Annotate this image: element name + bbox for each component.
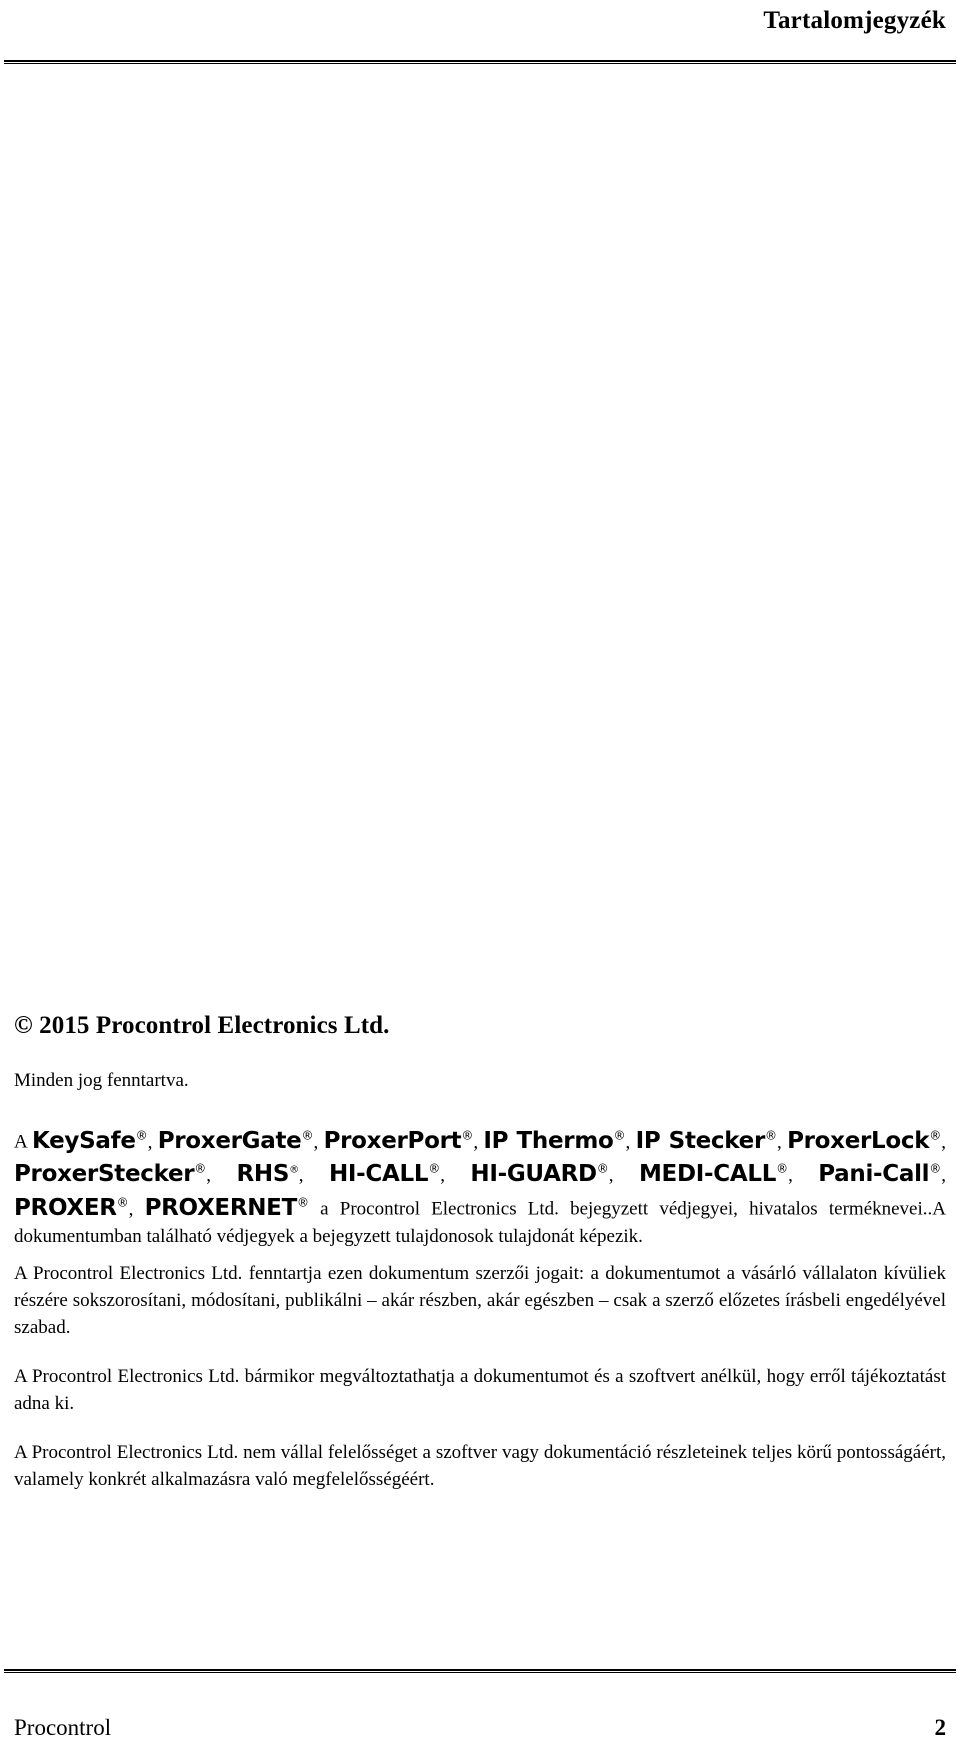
trademark-brand: IP Thermo® [483,1128,625,1154]
registered-trademark-icon: ® [116,1195,129,1210]
registered-trademark-icon: ® [289,1164,299,1176]
footer-page-number: 2 [934,1715,947,1740]
registered-trademark-icon: ® [296,1195,309,1210]
trademark-paragraph: A KeySafe®, ProxerGate®, ProxerPort®, IP… [14,1122,946,1250]
paragraph-liability-disclaimer: A Procontrol Electronics Ltd. nem vállal… [14,1441,946,1490]
registered-trademark-icon: ® [776,1161,789,1176]
trademark-brand-label: ProxerGate [157,1127,302,1154]
trademark-brand-label: ProxerPort [323,1127,462,1154]
trademark-brand: ProxerPort® [324,1128,474,1154]
registered-trademark-icon: ® [194,1161,207,1176]
paragraph-copyright-terms: A Procontrol Electronics Ltd. fenntartja… [14,1262,946,1338]
trademark-brand: ProxerLock® [787,1128,941,1154]
page-content: © 2015 Procontrol Electronics Ltd. Minde… [14,1010,946,1493]
trademark-brand: MEDI-CALL® [639,1161,788,1187]
registered-trademark-icon: ® [428,1161,441,1176]
trademark-brand-label: PROXER [14,1194,117,1221]
document-page: Tartalomjegyzék © 2015 Procontrol Electr… [0,0,960,1760]
header-divider-rule [4,60,956,65]
trademark-brand-label: PROXERNET [144,1194,298,1221]
trademark-brand-label: HI-CALL [328,1161,429,1188]
copyright-notice: © 2015 Procontrol Electronics Ltd. [14,1012,390,1039]
header-rule-thin [4,63,956,64]
trademark-brand-label: ProxerStecker [14,1161,195,1188]
trademark-brand: ProxerGate® [158,1128,314,1154]
footer-rule-thin [4,1672,956,1673]
footer-company-name: Procontrol [14,1715,112,1740]
trademark-brand: PROXER® [14,1195,129,1221]
registered-trademark-icon: ® [613,1128,626,1142]
registered-trademark-icon: ® [135,1128,148,1142]
trademark-brand-label: KeySafe [32,1127,136,1154]
registered-trademark-icon: ® [301,1128,314,1142]
trademark-brand: HI-CALL® [329,1161,440,1187]
trademark-brand-label: RHS [236,1161,290,1188]
trademark-brand: Pani-Call® [818,1161,941,1187]
registered-trademark-icon: ® [461,1128,474,1142]
trademark-brand-label: MEDI-CALL [638,1161,777,1188]
trademark-brand-label: ProxerLock [787,1127,930,1154]
registered-trademark-icon: ® [765,1128,777,1142]
trademark-brand: HI-GUARD® [470,1161,608,1187]
footer-rule-thick [4,1669,956,1671]
trademark-brand-label: IP Thermo [483,1127,614,1154]
page-header: Tartalomjegyzék [8,6,952,50]
rights-reserved-text: Minden jog fenntartva. [14,1070,189,1091]
header-rule-thick [4,60,956,62]
footer-divider-rule [4,1669,956,1674]
registered-trademark-icon: ® [929,1128,942,1142]
trademark-brand-label: HI-GUARD [470,1161,597,1188]
page-footer: Procontrol 2 [14,1704,946,1742]
registered-trademark-icon: ® [929,1161,942,1176]
trademark-brand: ProxerStecker® [14,1161,206,1187]
trademark-brand: IP Stecker® [636,1128,777,1154]
trademark-brand: RHS® [236,1161,299,1188]
trademark-brand: KeySafe® [32,1128,148,1154]
trademark-brand: PROXERNET® [145,1195,309,1221]
trademark-brand-label: IP Stecker [635,1127,766,1154]
paragraph-change-notice: A Procontrol Electronics Ltd. bármikor m… [14,1365,946,1414]
registered-trademark-icon: ® [596,1161,609,1176]
trademark-lead-article: A [14,1131,27,1153]
page-header-title: Tartalomjegyzék [763,7,946,34]
trademark-brand-label: Pani-Call [818,1161,930,1188]
